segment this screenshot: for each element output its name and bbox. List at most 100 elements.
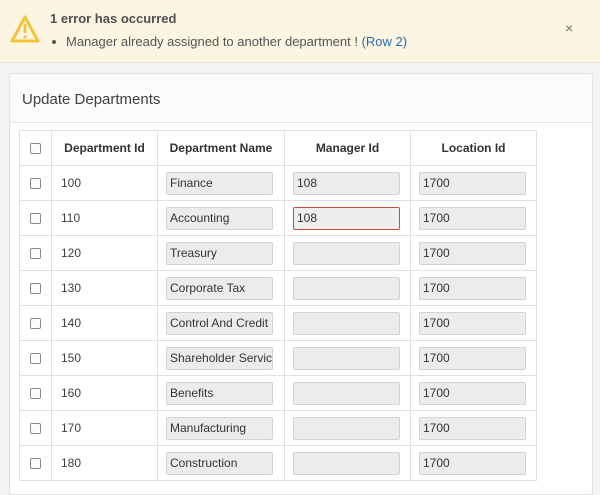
manager-id-field[interactable]: 108 <box>293 171 400 195</box>
manager-id-cell <box>284 235 411 271</box>
row-select-cell <box>19 270 52 306</box>
department-id-cell: 140 <box>51 305 158 341</box>
manager-id-cell <box>284 340 411 376</box>
location-id-cell: 1700 <box>410 165 537 201</box>
location-id-field[interactable]: 1700 <box>419 381 526 405</box>
row-select-checkbox[interactable] <box>30 457 41 469</box>
department-name-cell: Finance <box>157 165 285 201</box>
department-id-cell: 110 <box>51 200 158 236</box>
location-id-field[interactable]: 1700 <box>419 241 526 265</box>
error-message-text: Manager already assigned to another depa… <box>66 34 362 49</box>
manager-id-field[interactable]: 108 <box>293 206 400 230</box>
manager-id-cell <box>284 305 411 341</box>
department-name-field[interactable]: Construction <box>166 451 273 475</box>
department-id-cell: 120 <box>51 235 158 271</box>
department-name-field[interactable]: Manufacturing <box>166 416 273 440</box>
manager-id-cell <box>284 445 411 481</box>
row-select-cell <box>19 375 52 411</box>
row-select-checkbox[interactable] <box>30 282 41 294</box>
manager-id-field[interactable] <box>293 276 400 300</box>
department-name-field[interactable]: Treasury <box>166 241 273 265</box>
location-id-cell: 1700 <box>410 340 537 376</box>
table-row: 140 Control And Credit 1700 <box>19 305 537 341</box>
row-select-cell <box>19 445 52 481</box>
row-select-cell <box>19 410 52 446</box>
region-title: Update Departments <box>22 91 161 108</box>
manager-id-field[interactable] <box>293 381 400 405</box>
location-id-cell: 1700 <box>410 270 537 306</box>
bullet-icon <box>52 39 56 44</box>
row-select-checkbox[interactable] <box>30 387 41 399</box>
location-id-cell: 1700 <box>410 410 537 446</box>
location-id-field[interactable]: 1700 <box>419 346 526 370</box>
location-id-field[interactable]: 1700 <box>419 416 526 440</box>
manager-id-cell <box>284 375 411 411</box>
location-id-cell: 1700 <box>410 305 537 341</box>
department-name-cell: Corporate Tax <box>157 270 285 306</box>
row-select-cell <box>19 200 52 236</box>
departments-grid: Department Id Department Name Manager Id… <box>19 130 537 481</box>
row-select-checkbox[interactable] <box>30 212 41 224</box>
col-header-location-id[interactable]: Location Id <box>410 130 537 166</box>
select-all-cell <box>19 130 52 166</box>
location-id-cell: 1700 <box>410 200 537 236</box>
manager-id-cell <box>284 270 411 306</box>
table-row: 110 Accounting 108 1700 <box>19 200 537 236</box>
error-row-link[interactable]: (Row 2) <box>362 34 408 49</box>
location-id-field[interactable]: 1700 <box>419 311 526 335</box>
manager-id-cell: 108 <box>284 165 411 201</box>
location-id-cell: 1700 <box>410 375 537 411</box>
manager-id-field[interactable] <box>293 311 400 335</box>
row-select-checkbox[interactable] <box>30 247 41 259</box>
location-id-field[interactable]: 1700 <box>419 206 526 230</box>
table-row: 170 Manufacturing 1700 <box>19 410 537 446</box>
department-id-cell: 180 <box>51 445 158 481</box>
row-select-checkbox[interactable] <box>30 177 41 189</box>
row-select-cell <box>19 305 52 341</box>
manager-id-cell <box>284 410 411 446</box>
table-row: 120 Treasury 1700 <box>19 235 537 271</box>
department-name-field[interactable]: Shareholder Services <box>166 346 273 370</box>
department-id-cell: 100 <box>51 165 158 201</box>
location-id-cell: 1700 <box>410 445 537 481</box>
manager-id-field[interactable] <box>293 241 400 265</box>
manager-id-field[interactable] <box>293 451 400 475</box>
row-select-cell <box>19 340 52 376</box>
department-name-cell: Control And Credit <box>157 305 285 341</box>
error-title: 1 error has occurred <box>50 11 177 26</box>
close-icon[interactable]: × <box>565 20 573 36</box>
table-row: 150 Shareholder Services 1700 <box>19 340 537 376</box>
table-row: 100 Finance 108 1700 <box>19 165 537 201</box>
col-header-manager-id[interactable]: Manager Id <box>284 130 411 166</box>
location-id-field[interactable]: 1700 <box>419 451 526 475</box>
department-id-cell: 160 <box>51 375 158 411</box>
row-select-checkbox[interactable] <box>30 422 41 434</box>
department-name-field[interactable]: Accounting <box>166 206 273 230</box>
row-select-checkbox[interactable] <box>30 317 41 329</box>
department-name-field[interactable]: Control And Credit <box>166 311 273 335</box>
manager-id-field[interactable] <box>293 416 400 440</box>
location-id-field[interactable]: 1700 <box>419 171 526 195</box>
department-name-cell: Construction <box>157 445 285 481</box>
select-all-checkbox[interactable] <box>30 142 41 154</box>
department-name-field[interactable]: Benefits <box>166 381 273 405</box>
row-select-cell <box>19 165 52 201</box>
row-select-cell <box>19 235 52 271</box>
update-departments-region: Update Departments Department Id Departm… <box>9 73 593 495</box>
table-row: 180 Construction 1700 <box>19 445 537 481</box>
manager-id-cell: 108 <box>284 200 411 236</box>
department-name-cell: Treasury <box>157 235 285 271</box>
manager-id-field[interactable] <box>293 346 400 370</box>
warning-icon <box>10 15 40 43</box>
error-message: Manager already assigned to another depa… <box>52 34 407 49</box>
row-select-checkbox[interactable] <box>30 352 41 364</box>
department-name-field[interactable]: Corporate Tax <box>166 276 273 300</box>
department-name-field[interactable]: Finance <box>166 171 273 195</box>
table-row: 130 Corporate Tax 1700 <box>19 270 537 306</box>
col-header-department-name[interactable]: Department Name <box>157 130 285 166</box>
department-id-cell: 150 <box>51 340 158 376</box>
department-name-cell: Manufacturing <box>157 410 285 446</box>
col-header-department-id[interactable]: Department Id <box>51 130 158 166</box>
location-id-field[interactable]: 1700 <box>419 276 526 300</box>
department-name-cell: Accounting <box>157 200 285 236</box>
